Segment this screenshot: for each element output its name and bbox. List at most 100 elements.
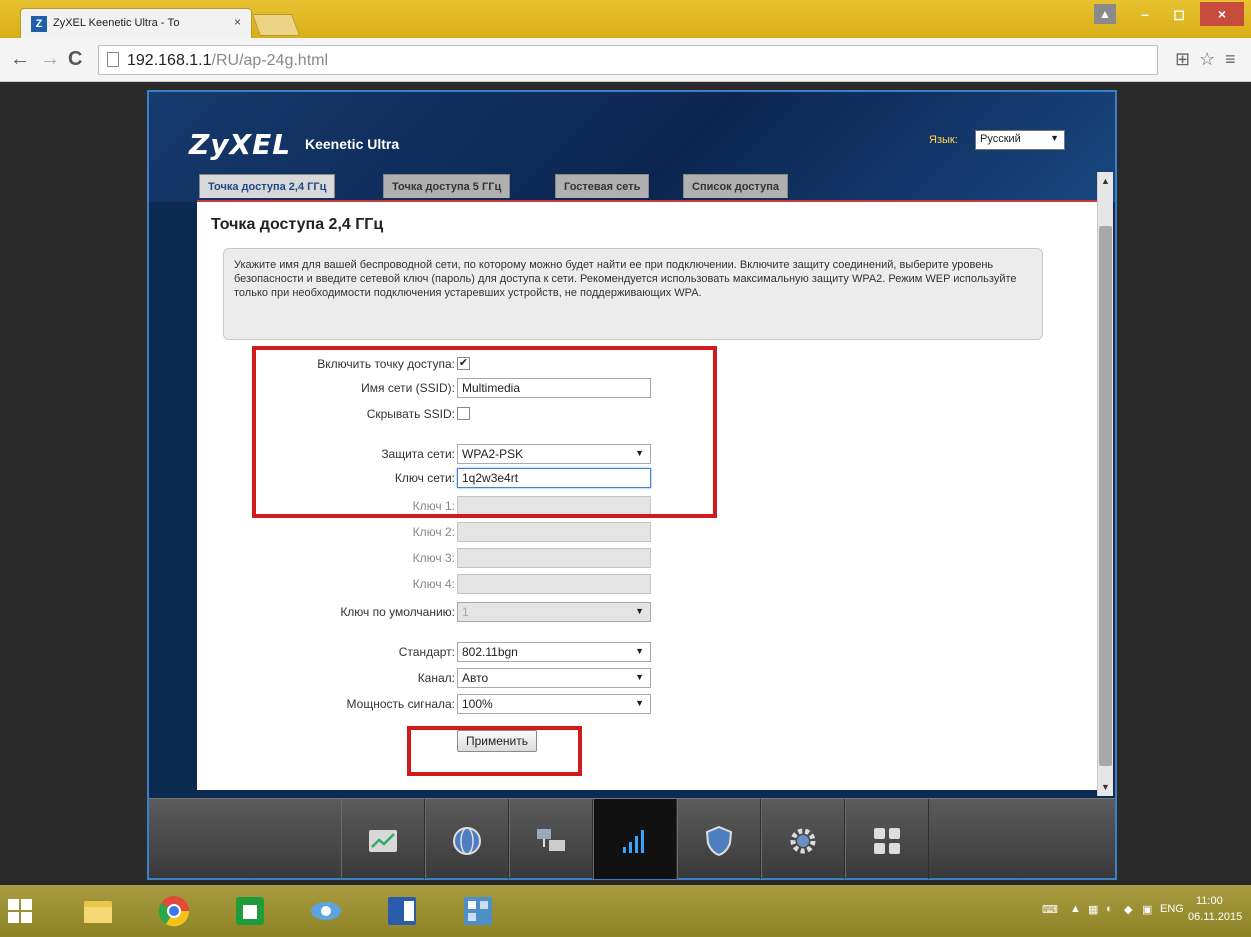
language-select[interactable]: Русский ▼ — [975, 130, 1065, 150]
key2-row: Ключ 2: — [197, 522, 797, 542]
new-tab-button[interactable] — [251, 14, 301, 36]
address-bar[interactable]: 192.168.1.1/RU/ap-24g.html — [98, 45, 1158, 75]
default-key-select[interactable]: 1 ▼ — [457, 602, 651, 622]
wifi-signal-icon — [623, 830, 644, 853]
security-shield-icon — [705, 825, 733, 857]
channel-select[interactable]: Авто ▼ — [457, 668, 651, 688]
bookmark-star-icon[interactable]: ☆ — [1199, 49, 1215, 70]
tab-close-icon[interactable]: × — [234, 15, 241, 29]
key3-row: Ключ 3: — [197, 548, 797, 568]
power-value: 100% — [462, 697, 493, 711]
maximize-button[interactable]: ◻ — [1164, 2, 1194, 26]
chevron-down-icon: ▼ — [635, 606, 644, 616]
chevron-down-icon: ▼ — [1050, 133, 1059, 143]
chrome-menu-icon[interactable]: ≡ — [1225, 49, 1236, 70]
file-explorer-icon[interactable] — [78, 891, 118, 931]
apps-grid-icon — [874, 828, 900, 854]
user-profile-icon[interactable]: ▲ — [1094, 4, 1116, 24]
dock-security[interactable] — [677, 799, 761, 879]
dock-wifi[interactable] — [593, 799, 677, 879]
volume-tray-icon[interactable]: ◐ — [1106, 903, 1113, 915]
standard-label: Стандарт: — [398, 645, 455, 659]
highlight-box-apply — [407, 726, 582, 776]
channel-value: Авто — [462, 671, 489, 685]
standard-row: Стандарт: 802.11bgn ▼ — [197, 642, 797, 662]
key2-label: Ключ 2: — [412, 525, 455, 539]
key3-input[interactable] — [457, 548, 651, 568]
default-key-label: Ключ по умолчанию: — [340, 605, 455, 619]
input-language[interactable]: ENG — [1160, 903, 1184, 915]
router-dock — [149, 798, 1115, 879]
clock-date[interactable]: 06.11.2015 — [1188, 911, 1242, 923]
tab-access-list[interactable]: Список доступа — [683, 174, 788, 198]
zyxel-favicon-icon: Z — [31, 16, 47, 32]
forward-button[interactable]: → — [40, 48, 60, 71]
clock-time[interactable]: 11:00 — [1196, 895, 1223, 907]
tray-device-icon[interactable]: ▣ — [1142, 903, 1152, 916]
chevron-down-icon: ▼ — [635, 646, 644, 656]
system-gear-icon — [790, 828, 816, 854]
chevron-down-icon: ▼ — [635, 672, 644, 682]
key3-label: Ключ 3: — [412, 551, 455, 565]
key2-input[interactable] — [457, 522, 651, 542]
url-text: 192.168.1.1/RU/ap-24g.html — [127, 52, 328, 70]
control-panel-icon[interactable] — [458, 891, 498, 931]
internet-globe-icon — [453, 827, 481, 855]
tray-app-icon[interactable]: ◆ — [1124, 903, 1132, 916]
close-window-button[interactable]: × — [1200, 2, 1244, 26]
url-path: /RU/ap-24g.html — [211, 52, 329, 69]
minimize-button[interactable]: – — [1130, 2, 1160, 26]
power-row: Мощность сигнала: 100% ▼ — [197, 694, 797, 714]
scroll-down-icon[interactable]: ▼ — [1101, 782, 1110, 792]
dock-home-network[interactable] — [509, 799, 593, 879]
eye-app-icon[interactable] — [306, 891, 346, 931]
dock-internet[interactable] — [425, 799, 509, 879]
word-icon[interactable] — [382, 891, 422, 931]
tab-ap-24ghz[interactable]: Точка доступа 2,4 ГГц — [199, 174, 336, 198]
tab-title: ZyXEL Keenetic Ultra - То — [53, 17, 180, 29]
language-label: Язык: — [929, 134, 958, 146]
dock-status[interactable] — [341, 799, 425, 879]
scroll-thumb[interactable] — [1099, 226, 1112, 766]
tray-arrow-icon[interactable]: ▲ — [1070, 903, 1081, 915]
windows-taskbar: ⌨ ▲ ▦ ◐ ◆ ▣ ENG 11:00 06.11.2015 — [0, 885, 1251, 937]
store-icon[interactable] — [230, 891, 270, 931]
router-panel: ZyXEL Keenetic Ultra Язык: Русский ▼ Точ… — [147, 90, 1117, 880]
default-key-row: Ключ по умолчанию: 1 ▼ — [197, 602, 797, 622]
zyxel-logo: ZyXEL — [189, 128, 292, 161]
page-icon — [107, 52, 119, 67]
reload-button[interactable]: C — [68, 48, 82, 71]
network-tray-icon[interactable]: ▦ — [1088, 903, 1098, 916]
chrome-icon[interactable] — [154, 891, 194, 931]
tab-guest-network[interactable]: Гостевая сеть — [555, 174, 650, 198]
back-button[interactable]: ← — [10, 48, 30, 71]
translate-icon[interactable]: ⊞ — [1175, 49, 1190, 70]
default-key-value: 1 — [462, 605, 469, 619]
windows-start-icon[interactable] — [6, 897, 34, 925]
standard-value: 802.11bgn — [462, 645, 518, 659]
key4-row: Ключ 4: — [197, 574, 797, 594]
dock-apps[interactable] — [845, 799, 929, 879]
key4-label: Ключ 4: — [412, 577, 455, 591]
page-title: Точка доступа 2,4 ГГц — [211, 216, 384, 233]
power-select[interactable]: 100% ▼ — [457, 694, 651, 714]
url-host: 192.168.1.1 — [127, 52, 212, 69]
browser-titlebar: Z ZyXEL Keenetic Ultra - То × ▲ – ◻ × — [0, 0, 1251, 38]
keyboard-icon[interactable]: ⌨ — [1042, 903, 1058, 916]
language-value: Русский — [980, 133, 1021, 145]
home-network-icon — [537, 829, 565, 851]
dock-system[interactable] — [761, 799, 845, 879]
chevron-down-icon: ▼ — [635, 698, 644, 708]
browser-toolbar: ← → C 192.168.1.1/RU/ap-24g.html ⊞ ☆ ≡ — [0, 38, 1251, 82]
scroll-up-icon[interactable]: ▲ — [1101, 176, 1110, 186]
content-scrollbar[interactable]: ▲ ▼ — [1097, 172, 1113, 796]
channel-label: Канал: — [417, 671, 455, 685]
key4-input[interactable] — [457, 574, 651, 594]
tab-ap-5ghz[interactable]: Точка доступа 5 ГГц — [383, 174, 511, 198]
standard-select[interactable]: 802.11bgn ▼ — [457, 642, 651, 662]
info-text: Укажите имя для вашей беспроводной сети,… — [223, 248, 1043, 340]
status-chart-icon — [369, 830, 397, 852]
model-name: Keenetic Ultra — [305, 136, 400, 152]
browser-tab[interactable]: Z ZyXEL Keenetic Ultra - То × — [20, 8, 252, 38]
power-label: Мощность сигнала: — [346, 697, 455, 711]
